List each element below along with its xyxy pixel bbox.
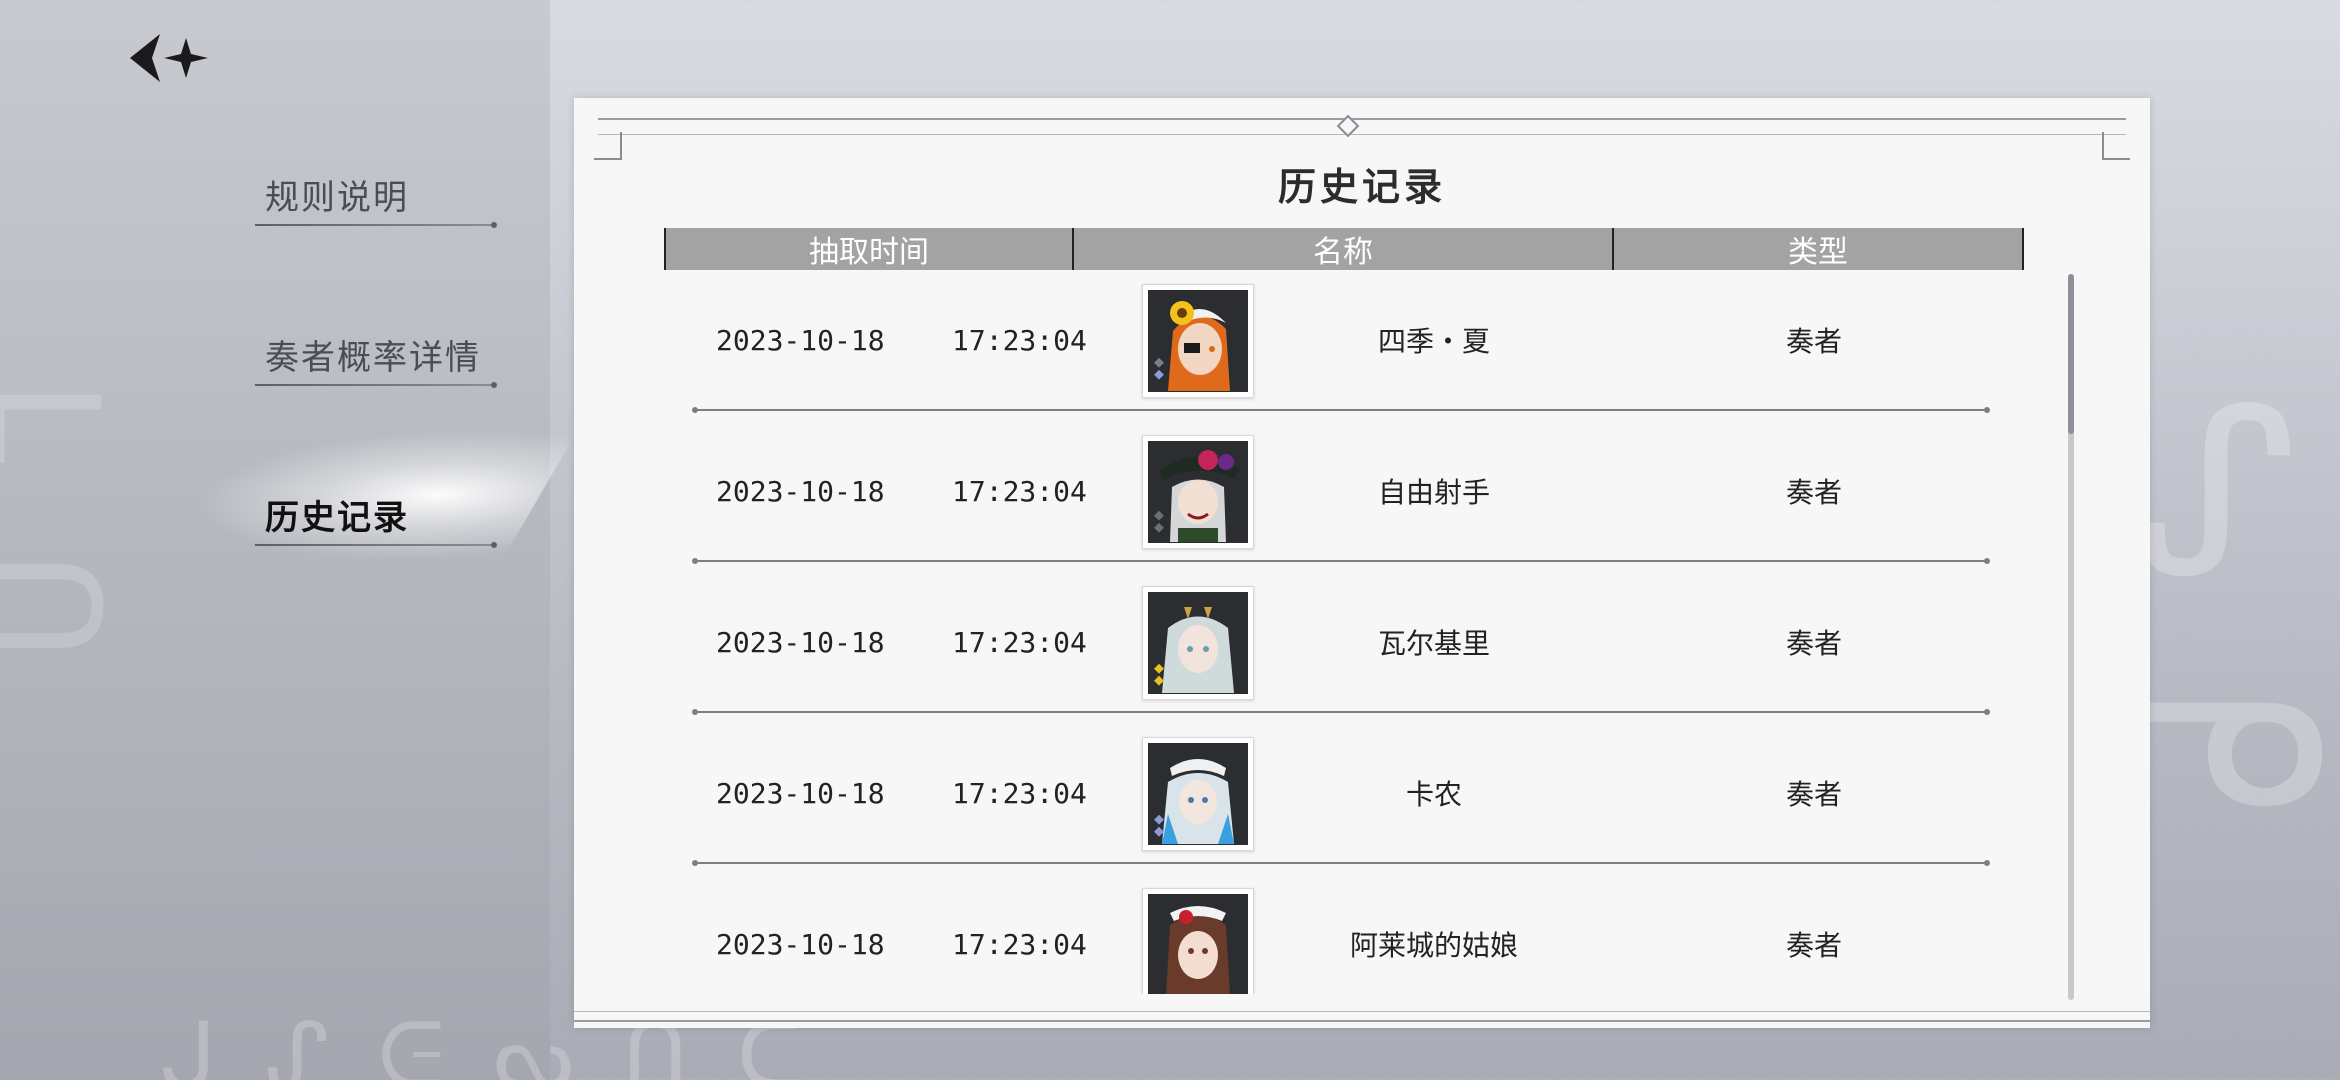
nav-item-rules[interactable]: 规则说明 <box>255 160 497 228</box>
nav-item-label: 规则说明 <box>265 178 409 218</box>
scrollbar[interactable] <box>2068 274 2074 1000</box>
character-portrait-icon <box>1148 593 1248 693</box>
scrollbar-thumb[interactable] <box>2068 274 2074 434</box>
side-nav: 规则说明 奏者概率详情 历史记录 <box>255 160 497 640</box>
character-name: 自由射手 <box>1377 476 1490 509</box>
nav-underline <box>255 222 497 228</box>
draw-time: 2023-10-18 17:23:04 <box>716 323 1087 357</box>
draw-time: 2023-10-18 17:23:04 <box>716 776 1087 810</box>
character-name: 阿莱城的姑娘 <box>1349 929 1518 962</box>
history-modal: 历史记录 抽取时间 名称 类型 2023-10-18 17:23:04 四季・夏… <box>574 98 2150 1028</box>
character-name: 卡农 <box>1405 778 1462 811</box>
character-avatar <box>1142 284 1254 398</box>
row-divider <box>692 407 1990 413</box>
table-header: 抽取时间 名称 类型 <box>664 228 2024 270</box>
column-header-time: 抽取时间 <box>666 228 1074 270</box>
character-portrait-icon <box>1148 291 1248 391</box>
character-portrait-icon <box>1148 442 1248 542</box>
history-list[interactable]: 2023-10-18 17:23:04 四季・夏 奏者 2023-10-18 1… <box>664 274 2020 994</box>
item-type: 奏者 <box>1785 778 1842 811</box>
nav-item-label: 历史记录 <box>265 498 409 538</box>
nav-item-probability[interactable]: 奏者概率详情 <box>255 320 497 388</box>
nav-underline <box>255 542 497 548</box>
row-divider <box>692 558 1990 564</box>
frame-top <box>598 118 2126 135</box>
character-avatar <box>1142 737 1254 851</box>
item-type: 奏者 <box>1785 627 1842 660</box>
row-divider <box>692 709 1990 715</box>
back-button[interactable] <box>128 28 218 88</box>
table-row: 2023-10-18 17:23:04 <box>664 425 2020 576</box>
nav-item-label: 奏者概率详情 <box>265 338 481 378</box>
nav-underline <box>255 382 497 388</box>
character-avatar <box>1142 586 1254 700</box>
draw-time: 2023-10-18 17:23:04 <box>716 474 1087 508</box>
character-name: 瓦尔基里 <box>1377 627 1490 660</box>
table-row: 2023-10-18 17:23:04 <box>664 274 2020 425</box>
draw-time: 2023-10-18 17:23:04 <box>716 625 1087 659</box>
background-decor-right: ᔑᓀ <box>2134 361 2330 858</box>
nav-item-history[interactable]: 历史记录 <box>255 480 497 548</box>
row-divider <box>692 860 1990 866</box>
column-header-type: 类型 <box>1788 235 1848 270</box>
item-type: 奏者 <box>1785 929 1842 962</box>
character-portrait-icon <box>1148 744 1248 844</box>
character-avatar <box>1142 888 1254 994</box>
table-row: 2023-10-18 17:23:04 <box>664 727 2020 878</box>
page-title: 历史记录 <box>1277 164 1446 209</box>
item-type: 奏者 <box>1785 476 1842 509</box>
character-portrait-icon <box>1148 895 1248 994</box>
character-name: 四季・夏 <box>1377 325 1490 358</box>
character-avatar <box>1142 435 1254 549</box>
frame-bottom <box>574 1011 2150 1022</box>
back-arrow-star-icon <box>130 34 208 82</box>
item-type: 奏者 <box>1785 325 1842 358</box>
draw-time: 2023-10-18 17:23:04 <box>716 927 1087 961</box>
table-row: 2023-10-18 17:23:04 <box>664 576 2020 727</box>
column-header-name: 名称 <box>1074 228 1614 270</box>
table-row: 2023-10-18 17:23:04 阿莱城的姑娘 奏者 <box>664 878 2020 994</box>
